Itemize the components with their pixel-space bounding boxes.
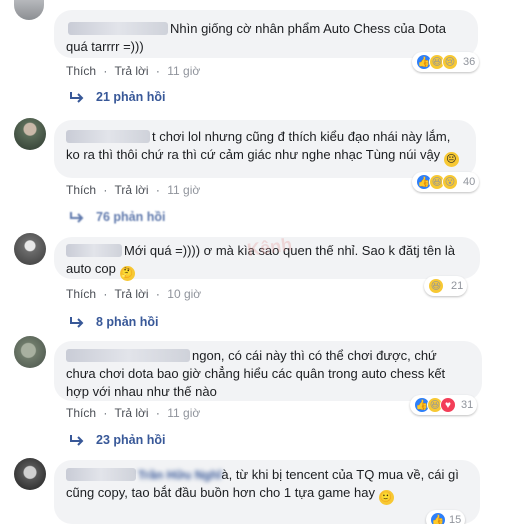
reaction-summary[interactable]: 👍 😆 ♥ 31 [410, 395, 478, 415]
like-link[interactable]: Thích [66, 64, 96, 78]
author-name[interactable] [66, 244, 122, 257]
view-replies-link[interactable]: 8 phản hồi [68, 315, 159, 329]
reply-link[interactable]: Trả lời [114, 183, 148, 197]
like-link[interactable]: Thích [66, 183, 96, 197]
comment-actions: Thích · Trả lời · 10 giờ [66, 287, 202, 301]
timestamp[interactable]: 10 giờ [167, 287, 201, 301]
avatar[interactable] [14, 458, 46, 490]
comment-actions: Thích · Trả lời · 11 giờ [66, 406, 201, 420]
reaction-summary[interactable]: 😆 21 [424, 276, 468, 296]
author-name[interactable] [68, 22, 168, 35]
reaction-count: 21 [451, 280, 464, 292]
reply-arrow-icon [70, 92, 84, 103]
view-replies-link[interactable]: 76 phản hồi [68, 210, 165, 224]
reaction-summary[interactable]: 👍 😆 😢 36 [412, 52, 480, 72]
timestamp[interactable]: 11 giờ [167, 406, 200, 420]
reply-arrow-icon [70, 435, 84, 446]
timestamp[interactable]: 11 giờ [167, 64, 200, 78]
like-reaction-icon: 👍 [430, 512, 446, 524]
reply-arrow-icon [70, 317, 84, 328]
reaction-count: 36 [463, 56, 476, 68]
view-replies-link[interactable]: 21 phản hồi [68, 90, 165, 104]
reaction-count: 40 [463, 176, 476, 188]
wow-reaction-icon: 😮 [442, 174, 458, 190]
thinking-face-emoji-icon: 🤔 [119, 266, 135, 281]
reply-arrow-icon [70, 212, 84, 223]
reaction-count: 31 [461, 399, 474, 411]
comment-bubble: Nhìn giống cờ nhân phẩm Auto Chess của D… [54, 10, 478, 58]
reaction-summary[interactable]: 👍 😆 😮 40 [412, 172, 480, 192]
neutral-face-emoji-icon: 😐 [443, 152, 459, 167]
comment-actions: Thích · Trả lời · 11 giờ [66, 64, 201, 78]
smiling-face-emoji-icon: 🙂 [378, 490, 394, 505]
author-name[interactable] [66, 349, 190, 362]
author-name[interactable]: Trần Hữu Nghĩ [138, 468, 221, 482]
timestamp[interactable]: 11 giờ [167, 183, 200, 197]
like-link[interactable]: Thích [66, 406, 96, 420]
author-name[interactable] [66, 130, 150, 143]
love-reaction-icon: ♥ [440, 397, 456, 413]
comment-actions: Thích · Trả lời · 11 giờ [66, 183, 201, 197]
avatar[interactable] [14, 0, 44, 20]
sad-reaction-icon: 😢 [442, 54, 458, 70]
avatar[interactable] [14, 118, 46, 150]
reply-link[interactable]: Trả lời [114, 64, 148, 78]
reaction-count: 15 [449, 514, 462, 524]
reply-link[interactable]: Trả lời [114, 406, 148, 420]
avatar[interactable] [14, 336, 46, 368]
avatar[interactable] [14, 233, 46, 265]
author-name-blur[interactable] [66, 468, 136, 481]
reply-link[interactable]: Trả lời [114, 287, 148, 301]
view-replies-link[interactable]: 23 phản hồi [68, 433, 165, 447]
haha-reaction-icon: 😆 [428, 278, 444, 294]
reaction-summary[interactable]: 👍 15 [426, 510, 466, 524]
like-link[interactable]: Thích [66, 287, 96, 301]
comment-bubble: Trần Hữu Nghĩà, từ khi bị tencent của TQ… [54, 460, 480, 524]
comment-bubble: ngon, có cái này thì có thể chơi được, c… [54, 341, 482, 401]
comment-bubble: t chơi lol nhưng cũng đ thích kiểu đạo n… [54, 120, 476, 178]
